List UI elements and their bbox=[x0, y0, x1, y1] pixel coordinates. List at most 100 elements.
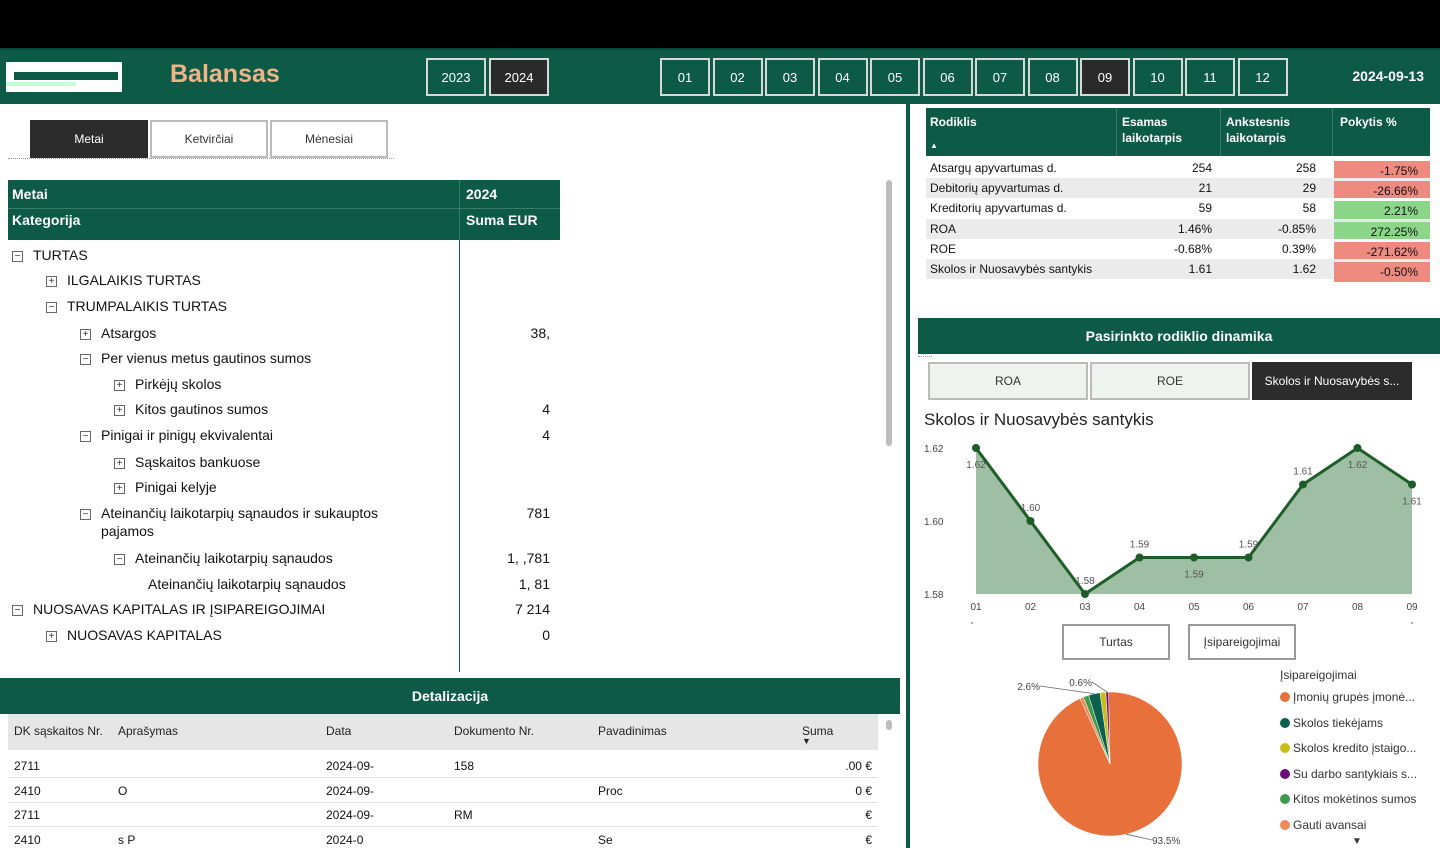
tree-row[interactable]: − TURTAS bbox=[12, 247, 88, 263]
month-button-10[interactable]: 10 bbox=[1132, 58, 1183, 96]
year-button-2023[interactable]: 2023 bbox=[426, 58, 486, 96]
tree-row[interactable]: + Pirkėjų skolos bbox=[114, 376, 221, 392]
month-button-01[interactable]: 01 bbox=[660, 58, 710, 96]
detail-scrollbar[interactable] bbox=[886, 720, 892, 730]
expand-icon[interactable]: + bbox=[114, 405, 125, 416]
tree-row[interactable]: + Sąskaitos bankuose bbox=[114, 454, 260, 470]
tree-row[interactable]: − NUOSAVAS KAPITALAS IR ĮSIPAREIGOJIMAI bbox=[12, 601, 325, 617]
collapse-icon[interactable]: − bbox=[46, 302, 57, 313]
tree-row[interactable]: + Pinigai kelyje bbox=[114, 479, 217, 495]
month-button-12[interactable]: 12 bbox=[1237, 58, 1288, 96]
legend-item[interactable]: Su darbo santykiais s... bbox=[1280, 767, 1417, 781]
month-button-06[interactable]: 06 bbox=[922, 58, 973, 96]
tree-row[interactable]: − Ateinančių laikotarpių sąnaudos bbox=[114, 550, 333, 566]
table-row[interactable]: 2410 s P 2024-0 Se € bbox=[8, 828, 878, 848]
table-cell: 2024-0 bbox=[326, 832, 364, 847]
kpi-row[interactable]: Atsargų apyvartumas d. 254 258 -1.75% bbox=[926, 158, 1430, 181]
month-button-08[interactable]: 08 bbox=[1027, 58, 1078, 96]
legend-scroll-down-icon[interactable]: ▼ bbox=[1352, 836, 1362, 847]
kpi-col-ankstesnis[interactable]: Ankstesnis laikotarpis bbox=[1226, 114, 1316, 146]
y-tick-label: 1.58 bbox=[924, 590, 944, 601]
tab-menesiai[interactable]: Mėnesiai bbox=[270, 120, 388, 158]
collapse-icon[interactable]: − bbox=[114, 554, 125, 565]
tree-row[interactable]: − TRUMPALAIKIS TURTAS bbox=[46, 298, 227, 314]
collapse-icon[interactable]: − bbox=[80, 509, 91, 520]
month-button-05[interactable]: 05 bbox=[870, 58, 920, 96]
tree-row[interactable]: − Pinigai ir pinigų ekvivalentai bbox=[80, 427, 273, 443]
pie-data-label: 2.6% bbox=[1017, 682, 1040, 693]
table-row[interactable]: 2711 2024-09- RM € bbox=[8, 803, 878, 827]
table-row[interactable]: 2410 O 2024-09- Proc 0 € bbox=[8, 779, 878, 803]
data-label: 1.62 bbox=[966, 460, 986, 471]
kpi-row[interactable]: ROE -0.68% 0.39% -271.62% bbox=[926, 238, 1430, 262]
tree-row-value: 7 214 bbox=[514, 601, 550, 617]
table-row[interactable]: 2711 2024-09- 158 .00 € bbox=[8, 754, 878, 778]
kpi-row[interactable]: ROA 1.46% -0.85% 272.25% bbox=[926, 218, 1430, 242]
kpi-name: Atsargų apyvartumas d. bbox=[930, 161, 1057, 175]
metric-button-roa[interactable]: ROA bbox=[928, 362, 1088, 400]
collapse-icon[interactable]: − bbox=[12, 251, 23, 262]
x-tick-label: 01 bbox=[970, 602, 982, 613]
year-button-2024[interactable]: 2024 bbox=[489, 58, 549, 96]
kpi-row[interactable]: Kreditorių apyvartumas d. 59 58 2.21% bbox=[926, 198, 1430, 222]
top-black-bar bbox=[0, 0, 1440, 48]
expand-icon[interactable]: + bbox=[114, 458, 125, 469]
kpi-current: 254 bbox=[1191, 161, 1212, 175]
tree-row-label: Pinigai ir pinigų ekvivalentai bbox=[101, 427, 273, 443]
detail-col-aprasymas[interactable]: Aprašymas bbox=[118, 724, 178, 738]
tree-row[interactable]: − Ateinančių laikotarpių sąnaudos ir suka… bbox=[80, 505, 378, 539]
toggle-isipareigojimai[interactable]: Įsipareigojimai bbox=[1188, 624, 1296, 660]
month-button-03[interactable]: 03 bbox=[765, 58, 815, 96]
kpi-row[interactable]: Debitorių apyvartumas d. 21 29 -26.66% bbox=[926, 178, 1430, 202]
legend-item[interactable]: Gauti avansai bbox=[1280, 818, 1366, 832]
expand-icon[interactable]: + bbox=[46, 631, 57, 642]
month-button-02[interactable]: 02 bbox=[712, 58, 763, 96]
kpi-col-pokytis[interactable]: Pokytis % bbox=[1340, 114, 1397, 130]
legend-item[interactable]: Skolos tiekėjams bbox=[1280, 716, 1383, 730]
kpi-col-esamas[interactable]: Esamas laikotarpis bbox=[1122, 114, 1212, 146]
tree-row[interactable]: + NUOSAVAS KAPITALAS bbox=[46, 627, 222, 643]
collapse-icon[interactable]: − bbox=[12, 605, 23, 616]
metric-button-roe[interactable]: ROE bbox=[1090, 362, 1250, 400]
data-point bbox=[1026, 517, 1035, 525]
kpi-col-rodiklis[interactable]: Rodiklis bbox=[930, 114, 977, 130]
tree-row-value: 38, bbox=[530, 325, 550, 341]
matrix-scrollbar[interactable] bbox=[886, 180, 892, 446]
tab-ketvirciai[interactable]: Ketvirčiai bbox=[150, 120, 268, 158]
detail-col-dokumento[interactable]: Dokumento Nr. bbox=[454, 724, 534, 738]
legend-dot-icon bbox=[1280, 743, 1290, 753]
expand-icon[interactable]: + bbox=[80, 329, 91, 340]
tree-row[interactable]: + Kitos gautinos sumos bbox=[114, 401, 268, 417]
tree-row[interactable]: + Atsargos bbox=[80, 325, 156, 341]
toggle-turtas[interactable]: Turtas bbox=[1062, 624, 1170, 660]
tab-metai[interactable]: Metai bbox=[30, 120, 148, 158]
chart-title: Skolos ir Nuosavybės santykis bbox=[924, 410, 1154, 429]
detail-col-dk[interactable]: DK sąskaitos Nr. bbox=[14, 724, 103, 738]
report-date: 2024-09-13 bbox=[1352, 68, 1424, 84]
expand-icon[interactable]: + bbox=[114, 483, 125, 494]
tree-row-value: 4 bbox=[542, 401, 550, 417]
metric-button-skolos[interactable]: Skolos ir Nuosavybės s... bbox=[1252, 362, 1412, 400]
tree-row[interactable]: Ateinančių laikotarpių sąnaudos bbox=[148, 576, 346, 592]
tree-row[interactable]: − Per vienus metus gautinos sumos bbox=[80, 350, 311, 366]
tree-row[interactable]: + ILGALAIKIS TURTAS bbox=[46, 272, 201, 288]
legend-item[interactable]: Įmonių grupės įmonė... bbox=[1280, 690, 1415, 704]
month-button-07[interactable]: 07 bbox=[975, 58, 1025, 96]
month-button-09[interactable]: 09 bbox=[1080, 58, 1130, 96]
collapse-icon[interactable]: − bbox=[80, 354, 91, 365]
kpi-current: 21 bbox=[1198, 181, 1212, 196]
month-button-11[interactable]: 11 bbox=[1185, 58, 1235, 96]
collapse-icon[interactable]: − bbox=[80, 431, 91, 442]
expand-icon[interactable]: + bbox=[46, 276, 57, 287]
detail-col-data[interactable]: Data bbox=[326, 724, 351, 738]
tree-row-label: Ateinančių laikotarpių sąnaudos ir sukau… bbox=[101, 505, 379, 521]
detail-table-header: DK sąskaitos Nr. Aprašymas Data Dokument… bbox=[8, 714, 878, 750]
expand-icon[interactable]: + bbox=[114, 380, 125, 391]
legend-item[interactable]: Kitos mokėtinos sumos bbox=[1280, 792, 1416, 806]
month-button-04[interactable]: 04 bbox=[817, 58, 868, 96]
x-tick-label: 02 bbox=[1025, 602, 1037, 613]
kpi-row[interactable]: Skolos ir Nuosavybės santykis 1.61 1.62 -0.… bbox=[926, 259, 1430, 282]
detail-col-pavadinimas[interactable]: Pavadinimas bbox=[598, 724, 667, 738]
legend-item[interactable]: Skolos kredito įstaigo... bbox=[1280, 741, 1416, 755]
data-point bbox=[1081, 590, 1089, 598]
